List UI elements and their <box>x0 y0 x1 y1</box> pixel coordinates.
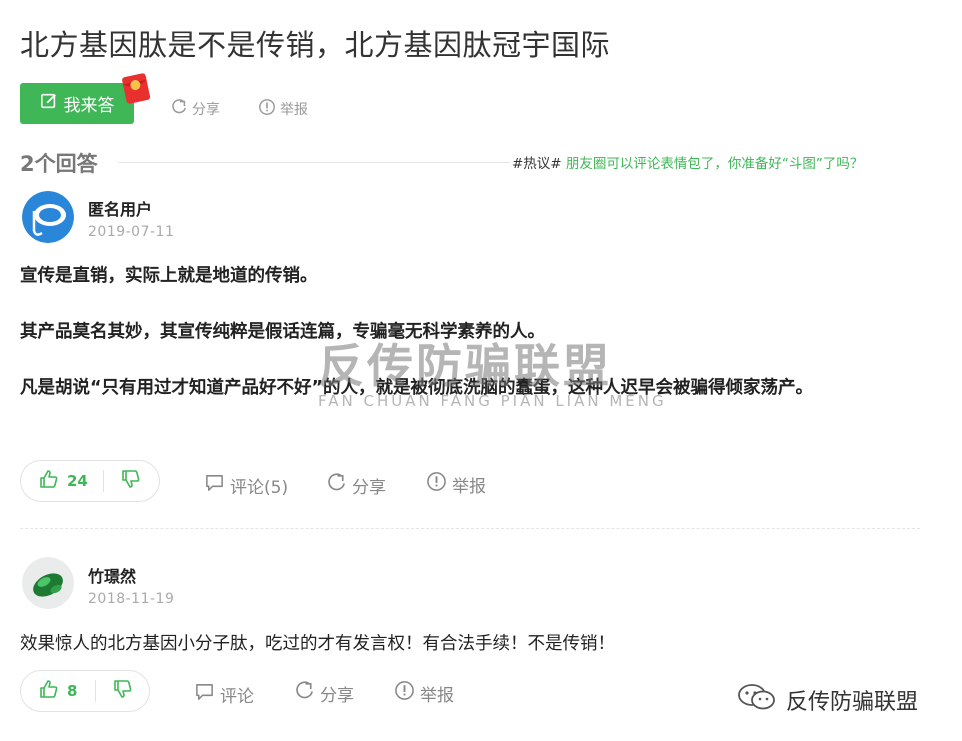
answer-1-vote-box: 24 <box>20 460 160 502</box>
answer-2-share-label: 分享 <box>320 685 354 706</box>
avatar[interactable] <box>22 191 74 243</box>
answer-1-like-count: 24 <box>67 472 88 490</box>
answer-1-comment-button[interactable]: 评论(5) <box>204 472 288 498</box>
answer-2-date: 2018-11-19 <box>88 591 175 607</box>
hot-topic-link[interactable]: #热议# 朋友圈可以评论表情包了，你准备好“斗图”了吗？ <box>512 152 863 172</box>
brand-name: 反传防骗联盟 <box>786 690 919 715</box>
brand-footer: 反传防骗联盟 <box>736 683 918 717</box>
answer-button[interactable]: 我来答 <box>20 83 134 124</box>
answer-2-like-count: 8 <box>67 682 78 700</box>
answer-2-username[interactable]: 竹璟然 <box>88 563 136 587</box>
question-report-button[interactable]: 举报 <box>258 98 308 120</box>
answer-1-comment-label: 评论(5) <box>230 477 289 498</box>
answer-1-dislike-button[interactable] <box>104 469 159 493</box>
question-report-label: 举报 <box>280 102 308 118</box>
answer-1-date: 2019-07-11 <box>88 224 175 240</box>
answer-count: 2个回答 <box>20 152 98 176</box>
question-share-button[interactable]: 分享 <box>170 98 220 120</box>
answer-button-label: 我来答 <box>63 96 115 116</box>
answer-1-like-button[interactable]: 24 <box>21 469 103 493</box>
question-title: 北方基因肽是不是传销，北方基因肽冠宇国际 <box>20 28 611 62</box>
report-icon <box>258 98 276 120</box>
edit-icon <box>40 92 58 115</box>
watermark-text: 反传防骗联盟 <box>318 339 612 393</box>
share-icon <box>294 680 315 706</box>
avatar[interactable] <box>22 557 74 609</box>
answer-2-dislike-button[interactable] <box>96 679 149 703</box>
answer-1-share-button[interactable]: 分享 <box>326 472 386 498</box>
comment-icon <box>194 681 215 707</box>
answer-2-comment-label: 评论 <box>220 686 254 707</box>
answer-2-comment-button[interactable]: 评论 <box>194 681 254 707</box>
question-share-label: 分享 <box>192 102 220 118</box>
red-packet-icon <box>117 69 155 107</box>
answer-1-report-label: 举报 <box>452 476 486 497</box>
thumb-up-icon <box>39 469 59 493</box>
wechat-icon <box>736 683 778 717</box>
thumb-down-icon <box>113 679 133 703</box>
thumb-up-icon <box>39 679 59 703</box>
answer-2-vote-box: 8 <box>20 670 150 712</box>
answer-2-report-button[interactable]: 举报 <box>394 680 454 706</box>
answer-2-share-button[interactable]: 分享 <box>294 680 354 706</box>
answer-divider <box>20 528 920 529</box>
answer-2-like-button[interactable]: 8 <box>21 679 95 703</box>
share-icon <box>170 98 188 120</box>
answer-1-share-label: 分享 <box>352 477 386 498</box>
thumb-down-icon <box>121 469 141 493</box>
watermark-pinyin: FAN CHUAN FANG PIAN LIAN MENG <box>318 392 667 410</box>
share-icon <box>326 472 347 498</box>
report-icon <box>394 680 415 706</box>
answer-1-username[interactable]: 匿名用户 <box>88 196 152 220</box>
report-icon <box>426 471 447 497</box>
answer-1-paragraph-1: 宣传是直销，实际上就是地道的传销。 <box>20 266 318 286</box>
answer-2-paragraph-1: 效果惊人的北方基因小分子肽，吃过的才有发言权！有合法手续！不是传销！ <box>20 634 615 654</box>
answer-1-report-button[interactable]: 举报 <box>426 471 486 497</box>
comment-icon <box>204 472 225 498</box>
hot-topic-text: 朋友圈可以评论表情包了，你准备好“斗图”了吗？ <box>565 156 864 172</box>
answer-2-report-label: 举报 <box>420 685 454 706</box>
hot-tag: #热议# <box>512 156 562 172</box>
header-divider <box>118 162 510 163</box>
